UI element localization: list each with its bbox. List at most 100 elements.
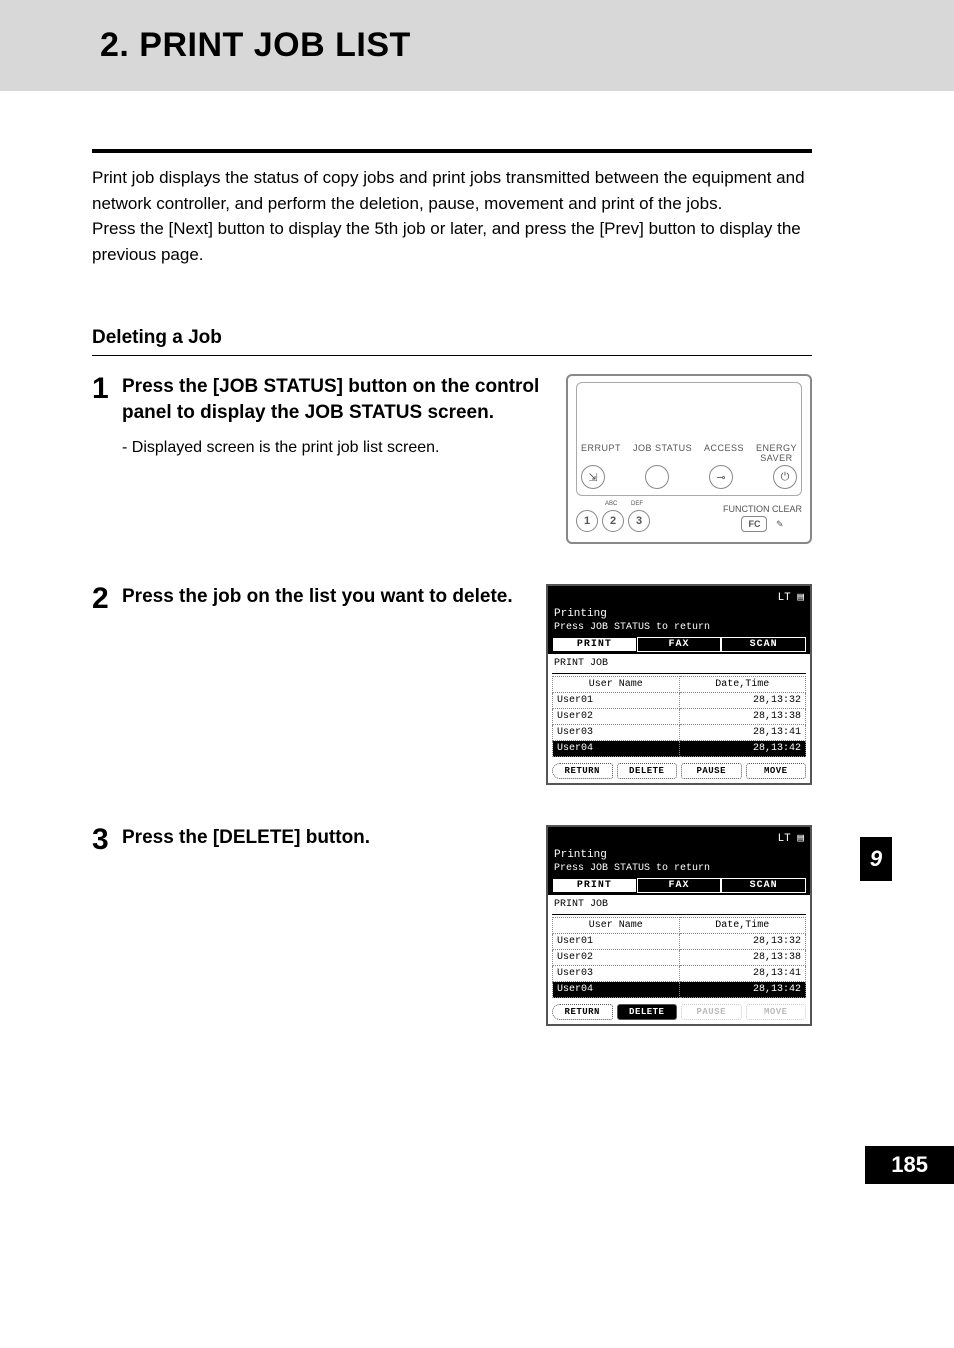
cell-user: User02 <box>553 709 680 725</box>
table-row[interactable]: User0228,13:38 <box>553 709 806 725</box>
interrupt-button[interactable]: ⇲ <box>581 465 605 489</box>
title-bar: 2. PRINT JOB LIST <box>0 0 954 91</box>
lcd-status: Printing <box>548 849 810 863</box>
lcd-btn-move[interactable]: MOVE <box>746 763 807 779</box>
job-status-button[interactable] <box>645 465 669 489</box>
cell-time: 28,13:32 <box>679 693 806 709</box>
content-area: Print job displays the status of copy jo… <box>0 91 852 1026</box>
table-row[interactable]: User0228,13:38 <box>553 950 806 966</box>
pen-icon: ✎ <box>776 519 784 529</box>
lcd-btn-delete[interactable]: DELETE <box>617 1004 678 1020</box>
table-row[interactable]: User0428,13:42 <box>553 741 806 757</box>
cell-user: User04 <box>553 741 680 757</box>
label-access: ACCESS <box>704 443 744 463</box>
col-time: Date,Time <box>679 918 806 934</box>
lcd-btn-delete[interactable]: DELETE <box>617 763 678 779</box>
tab-print[interactable]: PRINT <box>552 878 637 893</box>
step-note: - Displayed screen is the print job list… <box>122 439 556 457</box>
control-panel-box: ERRUPT JOB STATUS ACCESS ENERGY SAVER ⇲ … <box>566 374 812 544</box>
label-interrupt: ERRUPT <box>581 443 621 463</box>
access-button[interactable]: ⊸ <box>709 465 733 489</box>
lcd-top-bar: LT ▤ <box>548 827 810 849</box>
lcd-subtitle: PRINT JOB <box>552 656 806 674</box>
lcd-status: Printing <box>548 608 810 622</box>
step-number: 2 <box>92 584 122 785</box>
lcd-top-bar: LT ▤ <box>548 586 810 608</box>
control-panel-figure: ERRUPT JOB STATUS ACCESS ENERGY SAVER ⇲ … <box>566 374 812 544</box>
fc-label: FUNCTION CLEAR <box>723 504 802 514</box>
job-table: User NameDate,Time User0128,13:32User022… <box>552 676 806 757</box>
page-title: 2. PRINT JOB LIST <box>100 26 954 65</box>
step-number: 1 <box>92 374 122 544</box>
col-time: Date,Time <box>679 677 806 693</box>
lcd-figure-step3: LT ▤ Printing Press JOB STATUS to return… <box>546 825 812 1026</box>
paper-indicator: LT ▤ <box>778 831 804 845</box>
tab-scan[interactable]: SCAN <box>721 637 806 652</box>
lcd-tabs: PRINT FAX SCAN <box>548 878 810 895</box>
subsection-rule <box>92 355 812 356</box>
fc-button[interactable]: FC <box>741 516 767 532</box>
cell-time: 28,13:42 <box>679 982 806 998</box>
step-3: 3 Press the [DELETE] button. LT ▤ Printi… <box>92 825 812 1026</box>
label-energy-saver: ENERGY SAVER <box>756 443 797 463</box>
cell-time: 28,13:38 <box>679 709 806 725</box>
fc-area: FUNCTION CLEAR FC ✎ <box>723 504 802 532</box>
lcd-button-row: RETURNDELETEPAUSEMOVE <box>552 1004 806 1020</box>
lcd-hint: Press JOB STATUS to return <box>548 622 810 637</box>
tab-scan[interactable]: SCAN <box>721 878 806 893</box>
lcd-btn-pause: PAUSE <box>681 1004 742 1020</box>
step-body: Press the [JOB STATUS] button on the con… <box>122 374 566 544</box>
cell-user: User03 <box>553 966 680 982</box>
table-row[interactable]: User0328,13:41 <box>553 725 806 741</box>
step-body: Press the [DELETE] button. <box>122 825 546 1026</box>
paper-indicator: LT ▤ <box>778 590 804 604</box>
lcd-btn-pause[interactable]: PAUSE <box>681 763 742 779</box>
table-row[interactable]: User0128,13:32 <box>553 693 806 709</box>
intro-text: Print job displays the status of copy jo… <box>92 165 812 267</box>
step-body: Press the job on the list you want to de… <box>122 584 546 785</box>
table-row[interactable]: User0128,13:32 <box>553 934 806 950</box>
step-title: Press the [DELETE] button. <box>122 825 536 851</box>
numeric-keys: 1 ABC 2 DEF 3 <box>576 510 650 532</box>
label-job-status: JOB STATUS <box>633 443 692 463</box>
energy-saver-button[interactable]: ⏻ <box>773 465 797 489</box>
job-table: User NameDate,Time User0128,13:32User022… <box>552 917 806 998</box>
step-title: Press the [JOB STATUS] button on the con… <box>122 374 556 425</box>
col-user: User Name <box>553 918 680 934</box>
step-number: 3 <box>92 825 122 1026</box>
cell-user: User04 <box>553 982 680 998</box>
lcd-btn-return[interactable]: RETURN <box>552 1004 613 1020</box>
tab-fax[interactable]: FAX <box>637 637 722 652</box>
cell-time: 28,13:38 <box>679 950 806 966</box>
panel-labels-row: ERRUPT JOB STATUS ACCESS ENERGY SAVER <box>581 443 797 463</box>
cell-time: 28,13:41 <box>679 966 806 982</box>
key3-super: DEF <box>631 501 643 507</box>
page-footer: 185 <box>0 1146 954 1184</box>
table-row[interactable]: User0428,13:42 <box>553 982 806 998</box>
tab-fax[interactable]: FAX <box>637 878 722 893</box>
lcd-hint: Press JOB STATUS to return <box>548 863 810 878</box>
lcd-button-row: RETURNDELETEPAUSEMOVE <box>552 763 806 779</box>
step-1: 1 Press the [JOB STATUS] button on the c… <box>92 374 812 544</box>
lcd-screen: LT ▤ Printing Press JOB STATUS to return… <box>546 825 812 1026</box>
key-1[interactable]: 1 <box>576 510 598 532</box>
cell-user: User01 <box>553 934 680 950</box>
cell-user: User01 <box>553 693 680 709</box>
key2-super: ABC <box>605 501 617 507</box>
tab-print[interactable]: PRINT <box>552 637 637 652</box>
cell-user: User03 <box>553 725 680 741</box>
step-title: Press the job on the list you want to de… <box>122 584 536 610</box>
cell-time: 28,13:42 <box>679 741 806 757</box>
lcd-tabs: PRINT FAX SCAN <box>548 637 810 654</box>
cell-time: 28,13:32 <box>679 934 806 950</box>
key-3[interactable]: 3 <box>628 510 650 532</box>
step-2: 2 Press the job on the list you want to … <box>92 584 812 785</box>
cell-user: User02 <box>553 950 680 966</box>
lcd-figure-step2: LT ▤ Printing Press JOB STATUS to return… <box>546 584 812 785</box>
panel-button-row: ⇲ ⊸ ⏻ <box>581 465 797 489</box>
lcd-btn-return[interactable]: RETURN <box>552 763 613 779</box>
table-row[interactable]: User0328,13:41 <box>553 966 806 982</box>
page-number: 185 <box>865 1146 954 1184</box>
lcd-subtitle: PRINT JOB <box>552 897 806 915</box>
key-2[interactable]: 2 <box>602 510 624 532</box>
